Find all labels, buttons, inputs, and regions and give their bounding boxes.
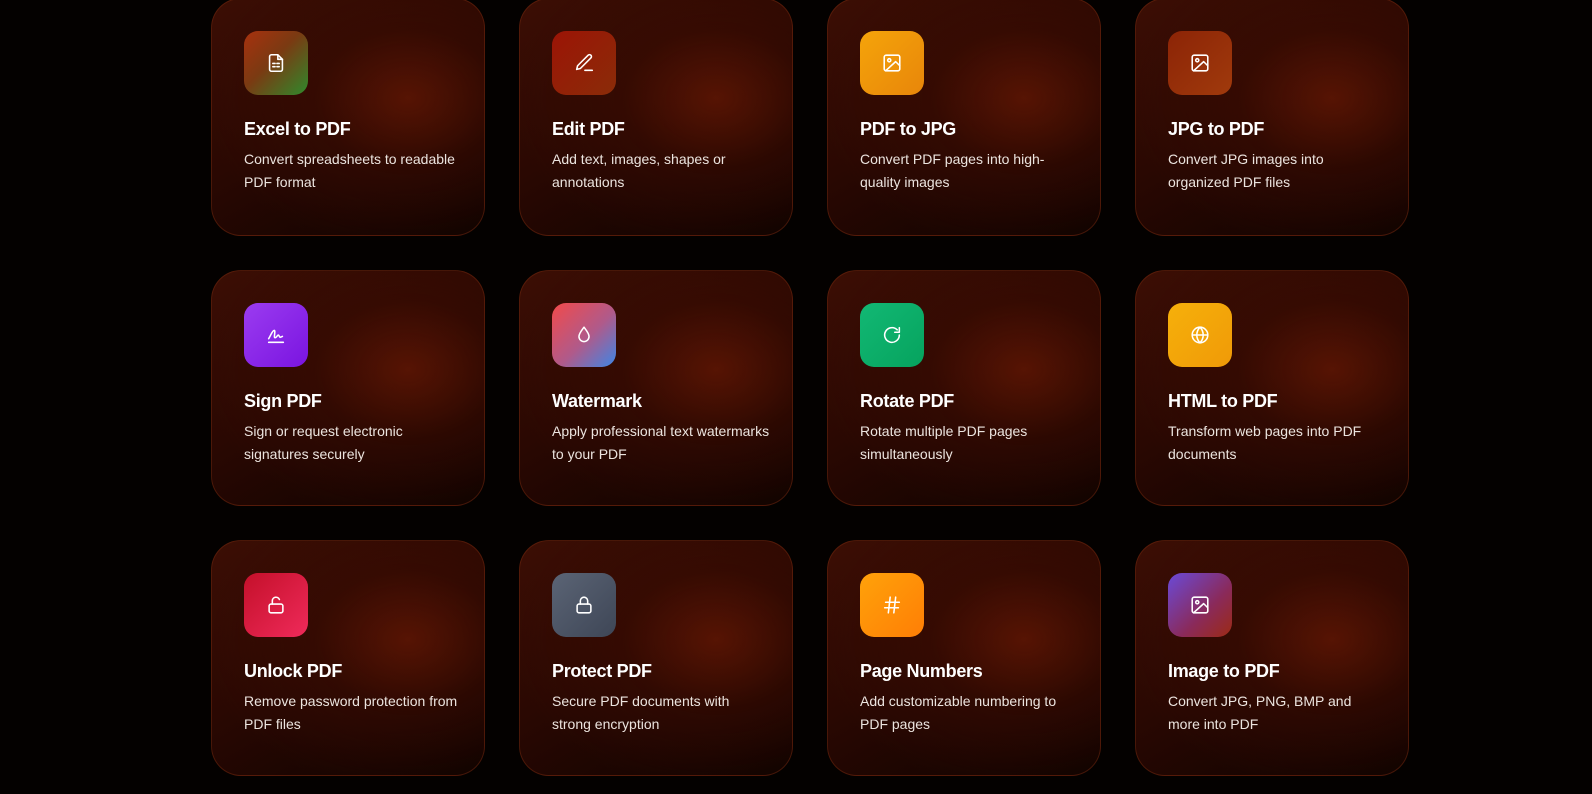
tool-description: Add text, images, shapes or annotations [552, 151, 726, 190]
tool-title: Sign PDF [244, 391, 322, 411]
icon-tile [244, 303, 308, 367]
lock-icon [576, 596, 592, 614]
tool-description: Convert JPG images into organized PDF fi… [1168, 151, 1324, 190]
tool-title: JPG to PDF [1168, 119, 1265, 139]
icon-tile [860, 31, 924, 95]
globe-icon [1191, 326, 1209, 344]
tool-title: Unlock PDF [244, 661, 343, 681]
tool-title: PDF to JPG [860, 119, 957, 139]
tool-card-unlock-pdf[interactable]: Unlock PDF Remove password protection fr… [211, 540, 485, 776]
tool-card-rotate-pdf[interactable]: Rotate PDF Rotate multiple PDF pages sim… [827, 270, 1101, 506]
tools-grid: Excel to PDF Convert spreadsheets to rea… [211, 0, 1409, 776]
pencil-icon [575, 53, 594, 72]
tool-card-page-numbers[interactable]: Page Numbers Add customizable numbering … [827, 540, 1101, 776]
tool-description: Convert PDF pages into high-quality imag… [860, 151, 1045, 190]
tool-title: Protect PDF [552, 661, 652, 681]
tool-title: Image to PDF [1168, 661, 1280, 681]
icon-tile [244, 31, 308, 95]
tool-description: Convert JPG, PNG, BMP and more into PDF [1168, 693, 1352, 732]
icon-tile [552, 303, 616, 367]
image-icon [883, 54, 901, 72]
tool-title: HTML to PDF [1168, 391, 1278, 411]
tool-title: Excel to PDF [244, 119, 351, 139]
tool-description: Add customizable numbering to PDF pages [860, 693, 1057, 732]
icon-tile [552, 573, 616, 637]
tool-title: Watermark [552, 391, 642, 411]
tool-description: Secure PDF documents with strong encrypt… [552, 693, 730, 732]
icon-tile [552, 31, 616, 95]
hash-icon [883, 596, 901, 614]
signature-icon [267, 329, 285, 344]
tool-card-html-to-pdf[interactable]: HTML to PDF Transform web pages into PDF… [1135, 270, 1409, 506]
tool-card-image-to-pdf[interactable]: Image to PDF Convert JPG, PNG, BMP and m… [1135, 540, 1409, 776]
icon-tile [244, 573, 308, 637]
droplet-icon [578, 326, 590, 343]
icon-tile [1168, 31, 1232, 95]
tool-card-jpg-to-pdf[interactable]: JPG to PDF Convert JPG images into organ… [1135, 0, 1409, 236]
tool-card-watermark[interactable]: Watermark Apply professional text waterm… [519, 270, 793, 506]
tool-card-edit-pdf[interactable]: Edit PDF Add text, images, shapes or ann… [519, 0, 793, 236]
image-icon [1191, 54, 1209, 72]
spreadsheet-file-icon [268, 53, 284, 73]
tool-description: Transform web pages into PDF documents [1168, 423, 1362, 462]
tool-description: Apply professional text watermarks to yo… [552, 423, 770, 462]
unlock-icon [268, 596, 284, 614]
rotate-icon [883, 326, 901, 344]
tool-card-excel-to-pdf[interactable]: Excel to PDF Convert spreadsheets to rea… [211, 0, 485, 236]
icon-tile [1168, 303, 1232, 367]
tool-description: Rotate multiple PDF pages simultaneously [860, 423, 1028, 462]
icon-tile [1168, 573, 1232, 637]
tool-description: Remove password protection from PDF file… [244, 693, 458, 732]
tool-card-sign-pdf[interactable]: Sign PDF Sign or request electronic sign… [211, 270, 485, 506]
tool-card-protect-pdf[interactable]: Protect PDF Secure PDF documents with st… [519, 540, 793, 776]
tool-description: Convert spreadsheets to readable PDF for… [244, 151, 455, 190]
icon-tile [860, 573, 924, 637]
tool-title: Rotate PDF [860, 391, 955, 411]
image-icon [1191, 596, 1209, 614]
tool-description: Sign or request electronic signatures se… [244, 423, 403, 462]
tool-title: Page Numbers [860, 661, 983, 681]
tool-card-pdf-to-jpg[interactable]: PDF to JPG Convert PDF pages into high-q… [827, 0, 1101, 236]
icon-tile [860, 303, 924, 367]
tool-title: Edit PDF [552, 119, 625, 139]
